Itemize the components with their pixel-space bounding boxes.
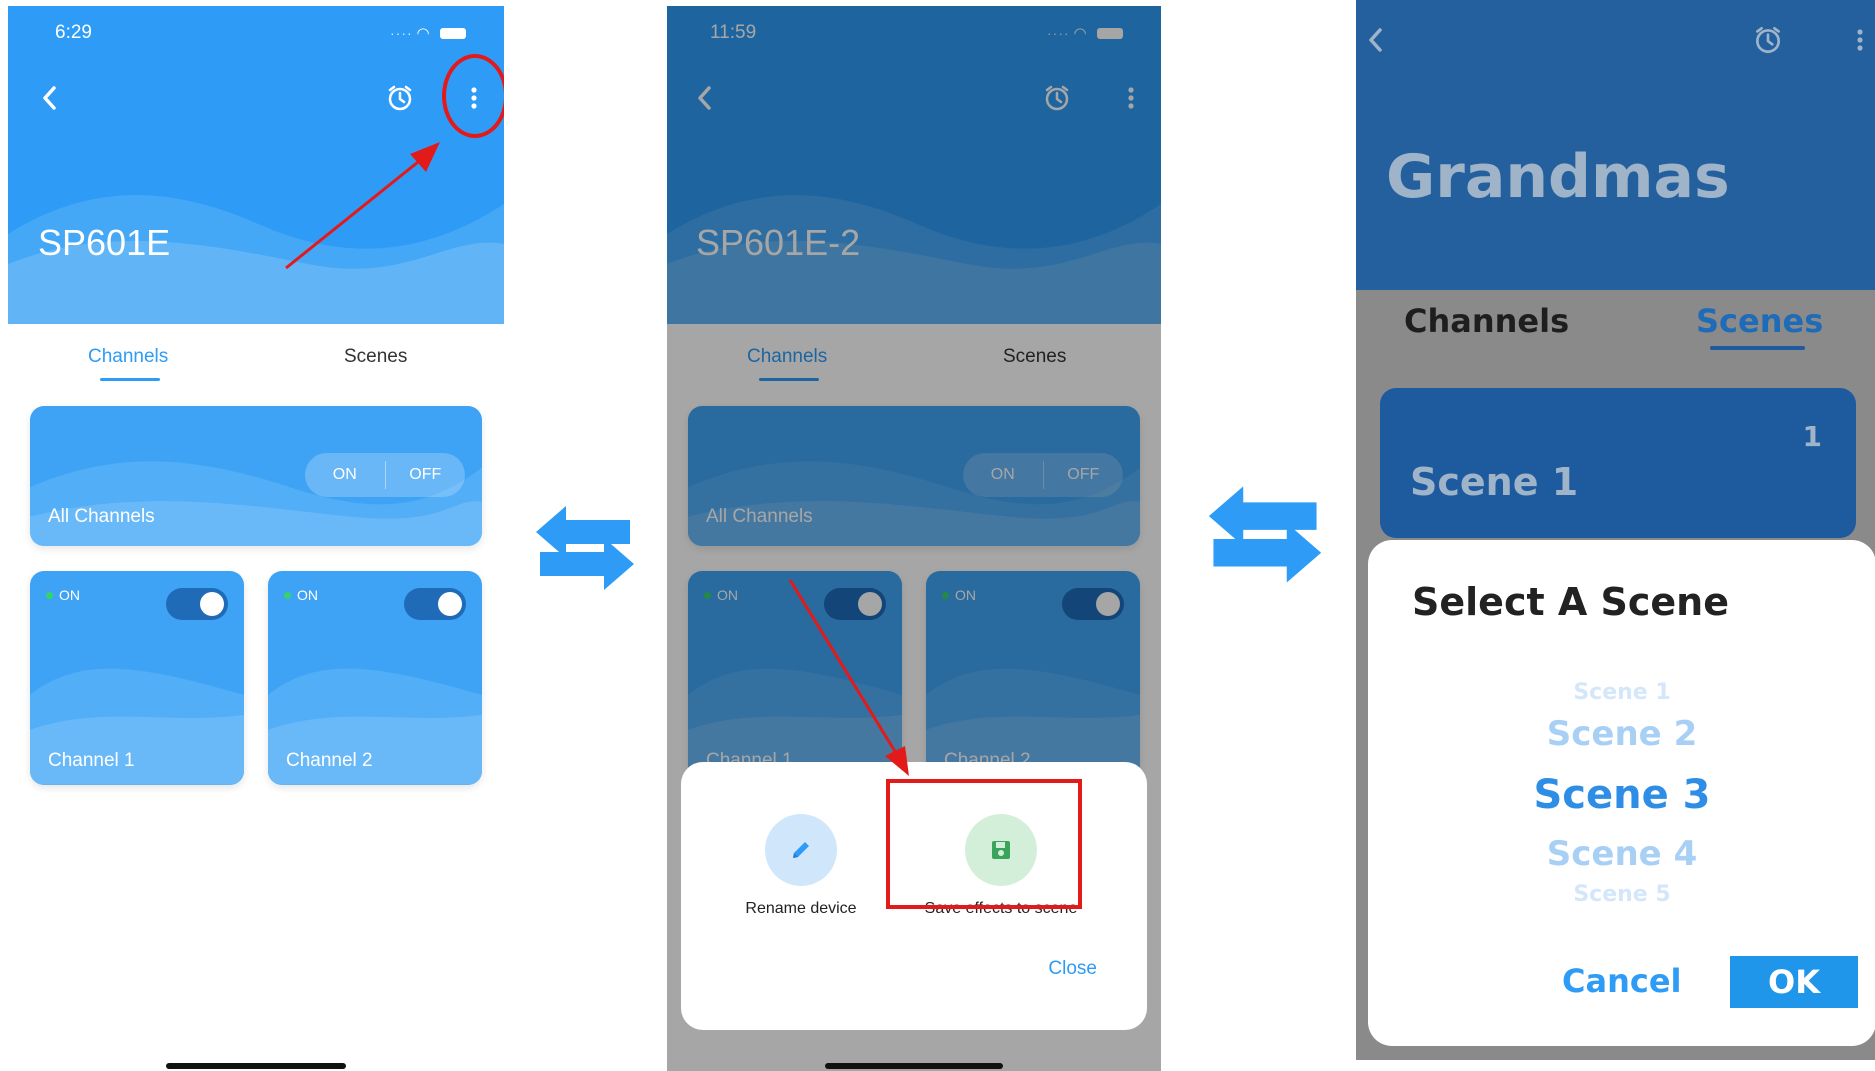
annotation-arrow — [788, 579, 909, 776]
channel-status-text: ON — [59, 587, 80, 603]
ok-button[interactable]: OK — [1730, 956, 1858, 1008]
more-vertical-icon — [1857, 29, 1863, 51]
close-button[interactable]: Close — [1048, 958, 1097, 980]
all-channels-card[interactable]: ON OFF All Channels — [30, 406, 482, 546]
phone-screen-2: 11:59 ···· ◠ SP601E-2 Channels Scenes ON — [667, 6, 1161, 1071]
tab-indicator — [1710, 346, 1805, 350]
phone-screen-1: 6:29 ···· ◠ SP601E Channels Scenes ON OF… — [8, 6, 504, 1071]
more-button[interactable] — [1840, 20, 1875, 60]
tab-indicator — [100, 378, 160, 381]
scene-picker[interactable]: Scene 1 Scene 2 Scene 3 Scene 4 Scene 5 — [1368, 670, 1875, 910]
pencil-icon — [793, 842, 809, 858]
picker-item[interactable]: Scene 1 — [1368, 680, 1875, 705]
scene-card[interactable]: 1 Scene 1 — [1380, 388, 1856, 538]
rename-device-action[interactable]: Rename device — [721, 814, 881, 918]
swap-arrows-icon — [536, 506, 634, 590]
tab-scenes[interactable]: Scenes — [344, 346, 407, 368]
picker-item[interactable]: Scene 4 — [1368, 834, 1875, 874]
all-off-button[interactable]: OFF — [386, 453, 466, 497]
picker-item-selected[interactable]: Scene 3 — [1368, 772, 1875, 818]
scene-label: Scene 1 — [1410, 460, 1579, 504]
home-indicator — [825, 1063, 1003, 1069]
cancel-button[interactable]: Cancel — [1562, 962, 1682, 1000]
swap-arrows-icon — [1208, 486, 1322, 583]
channel-status: ON — [284, 587, 318, 603]
all-channels-switch[interactable]: ON OFF — [305, 453, 465, 497]
alarm-button[interactable] — [1748, 20, 1788, 60]
select-scene-dialog: Select A Scene Scene 1 Scene 2 Scene 3 S… — [1368, 540, 1875, 1046]
all-channels-label: All Channels — [48, 506, 155, 527]
scene-number: 1 — [1802, 420, 1822, 453]
channel-label: Channel 1 — [48, 750, 135, 771]
phone-screen-3: Grandmas Channels Scenes 1 Scene 1 Selec… — [1356, 0, 1875, 1060]
dialog-title: Select A Scene — [1412, 580, 1729, 624]
alarm-clock-icon — [1756, 26, 1780, 54]
device-header: Grandmas — [1356, 0, 1875, 290]
toggle-knob — [438, 592, 462, 616]
status-dot — [46, 591, 53, 599]
device-title: Grandmas — [1386, 142, 1730, 212]
tab-channels[interactable]: Channels — [88, 346, 168, 368]
chevron-left-icon — [1369, 28, 1382, 52]
channel-toggle[interactable] — [404, 588, 466, 620]
tab-scenes[interactable]: Scenes — [1696, 302, 1823, 340]
channel-card-2[interactable]: ON Channel 2 — [268, 571, 482, 785]
annotation-arrow — [285, 142, 440, 270]
all-on-button[interactable]: ON — [305, 453, 385, 497]
channel-card-1[interactable]: ON Channel 1 — [30, 571, 244, 785]
rename-icon-circle — [765, 814, 837, 886]
annotation-box — [886, 779, 1082, 909]
tab-bar: Channels Scenes — [8, 336, 504, 396]
channel-status: ON — [46, 587, 80, 603]
tab-channels[interactable]: Channels — [1404, 302, 1569, 340]
home-indicator — [166, 1063, 346, 1069]
channel-label: Channel 2 — [286, 750, 373, 771]
picker-item[interactable]: Scene 5 — [1368, 882, 1875, 907]
channel-status-text: ON — [297, 587, 318, 603]
rename-device-label: Rename device — [745, 900, 857, 917]
picker-item[interactable]: Scene 2 — [1368, 714, 1875, 754]
status-dot — [284, 591, 291, 599]
back-button[interactable] — [1356, 20, 1396, 60]
toggle-knob — [200, 592, 224, 616]
channel-toggle[interactable] — [166, 588, 228, 620]
